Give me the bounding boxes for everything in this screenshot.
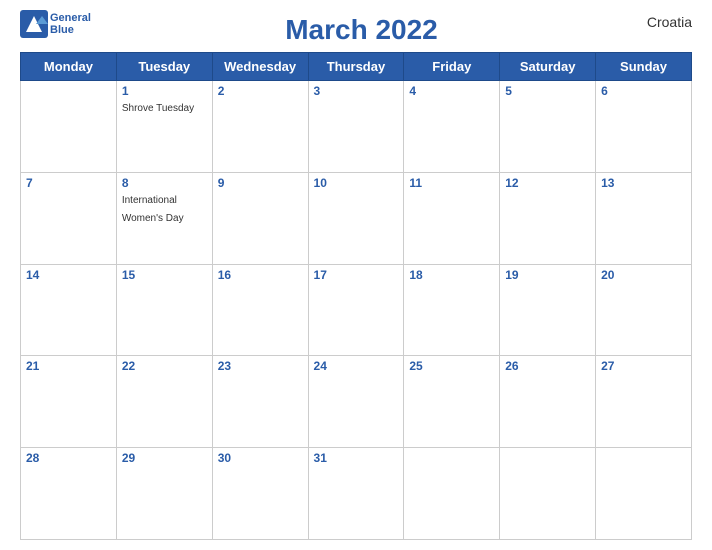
calendar-cell: 8 International Women's Day (116, 172, 212, 264)
day-number: 9 (218, 176, 303, 190)
calendar-week-row: 14 15 16 17 18 19 20 (21, 264, 692, 356)
day-number: 13 (601, 176, 686, 190)
day-number: 3 (314, 84, 399, 98)
day-number: 11 (409, 176, 494, 190)
day-number: 25 (409, 359, 494, 373)
day-number: 21 (26, 359, 111, 373)
header-monday: Monday (21, 53, 117, 81)
page-header: General Blue March 2022 Croatia (20, 10, 692, 46)
day-number: 19 (505, 268, 590, 282)
calendar-cell: 27 (596, 356, 692, 448)
day-number: 28 (26, 451, 111, 465)
calendar-cell: 15 (116, 264, 212, 356)
calendar-cell: 12 (500, 172, 596, 264)
day-number: 8 (122, 176, 207, 190)
calendar-cell: 14 (21, 264, 117, 356)
day-number: 6 (601, 84, 686, 98)
calendar-week-row: 1 Shrove Tuesday 23456 (21, 81, 692, 173)
calendar-cell (404, 448, 500, 540)
day-number: 16 (218, 268, 303, 282)
day-number: 14 (26, 268, 111, 282)
calendar-cell: 7 (21, 172, 117, 264)
calendar-cell: 31 (308, 448, 404, 540)
logo: General Blue (20, 10, 91, 38)
calendar-cell (596, 448, 692, 540)
day-number: 24 (314, 359, 399, 373)
country-label: Croatia (632, 14, 692, 30)
calendar-cell: 29 (116, 448, 212, 540)
calendar-cell: 3 (308, 81, 404, 173)
calendar-cell: 24 (308, 356, 404, 448)
calendar-cell: 5 (500, 81, 596, 173)
calendar-cell: 11 (404, 172, 500, 264)
day-number: 15 (122, 268, 207, 282)
calendar-table: Monday Tuesday Wednesday Thursday Friday… (20, 52, 692, 540)
day-number: 7 (26, 176, 111, 190)
calendar-cell: 4 (404, 81, 500, 173)
day-number: 26 (505, 359, 590, 373)
header-wednesday: Wednesday (212, 53, 308, 81)
calendar-week-row: 21 22 23 24 25 26 27 (21, 356, 692, 448)
day-number: 1 (122, 84, 207, 98)
day-number: 23 (218, 359, 303, 373)
event-label: International Women's Day (122, 195, 184, 224)
day-number: 18 (409, 268, 494, 282)
day-number: 20 (601, 268, 686, 282)
calendar-cell: 19 (500, 264, 596, 356)
calendar-week-row: 28 29 30 31 (21, 448, 692, 540)
logo-general: General (50, 12, 91, 24)
calendar-cell: 25 (404, 356, 500, 448)
day-number: 12 (505, 176, 590, 190)
header-tuesday: Tuesday (116, 53, 212, 81)
calendar-cell: 10 (308, 172, 404, 264)
calendar-title: March 2022 (91, 14, 632, 46)
calendar-cell: 9 (212, 172, 308, 264)
calendar-cell: 20 (596, 264, 692, 356)
header-thursday: Thursday (308, 53, 404, 81)
calendar-cell: 26 (500, 356, 596, 448)
day-number: 2 (218, 84, 303, 98)
calendar-cell: 17 (308, 264, 404, 356)
event-label: Shrove Tuesday (122, 103, 194, 114)
day-number: 4 (409, 84, 494, 98)
calendar-cell: 1 Shrove Tuesday (116, 81, 212, 173)
calendar-cell: 18 (404, 264, 500, 356)
calendar-cell: 13 (596, 172, 692, 264)
day-number: 30 (218, 451, 303, 465)
day-number: 5 (505, 84, 590, 98)
calendar-cell (500, 448, 596, 540)
day-number: 31 (314, 451, 399, 465)
calendar-cell: 2 (212, 81, 308, 173)
header-saturday: Saturday (500, 53, 596, 81)
calendar-cell: 6 (596, 81, 692, 173)
header-sunday: Sunday (596, 53, 692, 81)
calendar-cell: 22 (116, 356, 212, 448)
calendar-cell (21, 81, 117, 173)
day-number: 27 (601, 359, 686, 373)
calendar-week-row: 78 International Women's Day 9 10 11 12 13 (21, 172, 692, 264)
calendar-cell: 21 (21, 356, 117, 448)
calendar-cell: 23 (212, 356, 308, 448)
day-number: 10 (314, 176, 399, 190)
day-number: 22 (122, 359, 207, 373)
calendar-cell: 28 (21, 448, 117, 540)
day-number: 29 (122, 451, 207, 465)
calendar-cell: 16 (212, 264, 308, 356)
weekday-header-row: Monday Tuesday Wednesday Thursday Friday… (21, 53, 692, 81)
day-number: 17 (314, 268, 399, 282)
header-friday: Friday (404, 53, 500, 81)
logo-blue: Blue (50, 24, 91, 36)
logo-icon (20, 10, 48, 38)
calendar-cell: 30 (212, 448, 308, 540)
